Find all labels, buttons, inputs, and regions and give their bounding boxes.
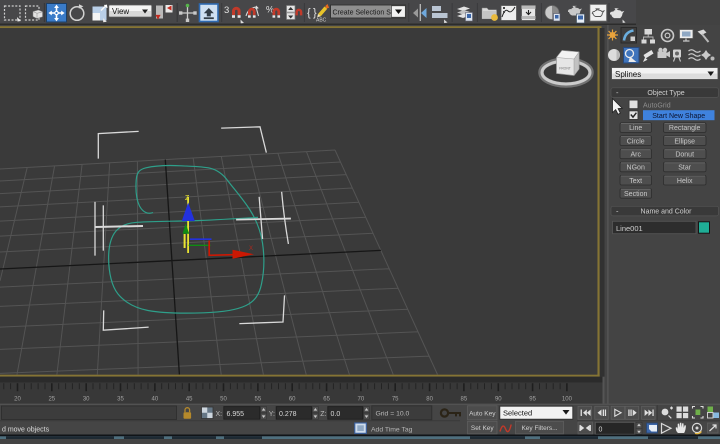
svg-text:0.278: 0.278 xyxy=(279,411,297,418)
svg-text:X: X xyxy=(249,246,253,252)
svg-text:25: 25 xyxy=(48,397,55,403)
svg-text:AutoGrid: AutoGrid xyxy=(643,103,671,110)
svg-text:Star: Star xyxy=(678,165,692,172)
svg-text:0.0: 0.0 xyxy=(331,411,341,418)
svg-text:30: 30 xyxy=(83,397,90,403)
svg-text:Auto Key: Auto Key xyxy=(469,410,496,417)
svg-text:Rectangle: Rectangle xyxy=(669,125,701,132)
svg-text:0: 0 xyxy=(599,426,603,433)
svg-text:70: 70 xyxy=(358,397,365,403)
svg-text:Line: Line xyxy=(629,125,642,132)
svg-text:Z: Z xyxy=(185,195,190,202)
svg-text:NGon: NGon xyxy=(627,165,645,172)
svg-text:6.955: 6.955 xyxy=(227,411,245,418)
svg-text:Set Key: Set Key xyxy=(471,425,495,432)
svg-text:FRONT: FRONT xyxy=(559,67,571,71)
svg-text:Grid = 10.0: Grid = 10.0 xyxy=(376,411,410,418)
svg-text:ABC: ABC xyxy=(316,18,327,24)
svg-text:Ellipse: Ellipse xyxy=(674,138,695,145)
svg-text:95: 95 xyxy=(529,397,536,403)
svg-text:Name and Color: Name and Color xyxy=(641,209,693,216)
svg-text:Arc: Arc xyxy=(630,152,641,159)
svg-text:Circle: Circle xyxy=(627,138,645,145)
svg-text:85: 85 xyxy=(461,397,468,403)
svg-text:X:: X: xyxy=(216,411,223,418)
svg-text:Text: Text xyxy=(629,178,642,185)
svg-text:Donut: Donut xyxy=(675,152,694,159)
svg-text:90: 90 xyxy=(495,397,502,403)
svg-text:Helix: Helix xyxy=(677,178,693,185)
svg-text:{: { xyxy=(307,7,311,19)
svg-text:Create Selection Se: Create Selection Se xyxy=(333,9,395,16)
svg-text:50: 50 xyxy=(220,397,227,403)
svg-text:100: 100 xyxy=(562,397,573,403)
svg-text:60: 60 xyxy=(289,397,296,403)
svg-text:Add Time Tag: Add Time Tag xyxy=(371,426,413,433)
svg-text:45: 45 xyxy=(186,397,193,403)
svg-text:80: 80 xyxy=(426,397,433,403)
svg-text:View: View xyxy=(112,7,129,16)
svg-text:35: 35 xyxy=(117,397,124,403)
svg-text:3: 3 xyxy=(224,5,229,16)
svg-text:Key Filters...: Key Filters... xyxy=(521,425,557,432)
svg-text:Object Type: Object Type xyxy=(647,90,684,97)
svg-text:75: 75 xyxy=(392,397,399,403)
svg-text:Selected: Selected xyxy=(503,409,532,418)
svg-text:Start New Shape: Start New Shape xyxy=(652,113,705,120)
svg-text:d move objects: d move objects xyxy=(2,426,50,433)
svg-text:65: 65 xyxy=(323,397,330,403)
svg-text:Line001: Line001 xyxy=(616,224,643,233)
svg-text:Splines: Splines xyxy=(615,70,641,79)
svg-text:Z:: Z: xyxy=(320,411,326,418)
svg-text:20: 20 xyxy=(14,397,21,403)
svg-text:55: 55 xyxy=(255,397,262,403)
svg-text:40: 40 xyxy=(152,397,159,403)
svg-text:Y:: Y: xyxy=(269,411,275,418)
svg-text:Section: Section xyxy=(624,191,647,198)
